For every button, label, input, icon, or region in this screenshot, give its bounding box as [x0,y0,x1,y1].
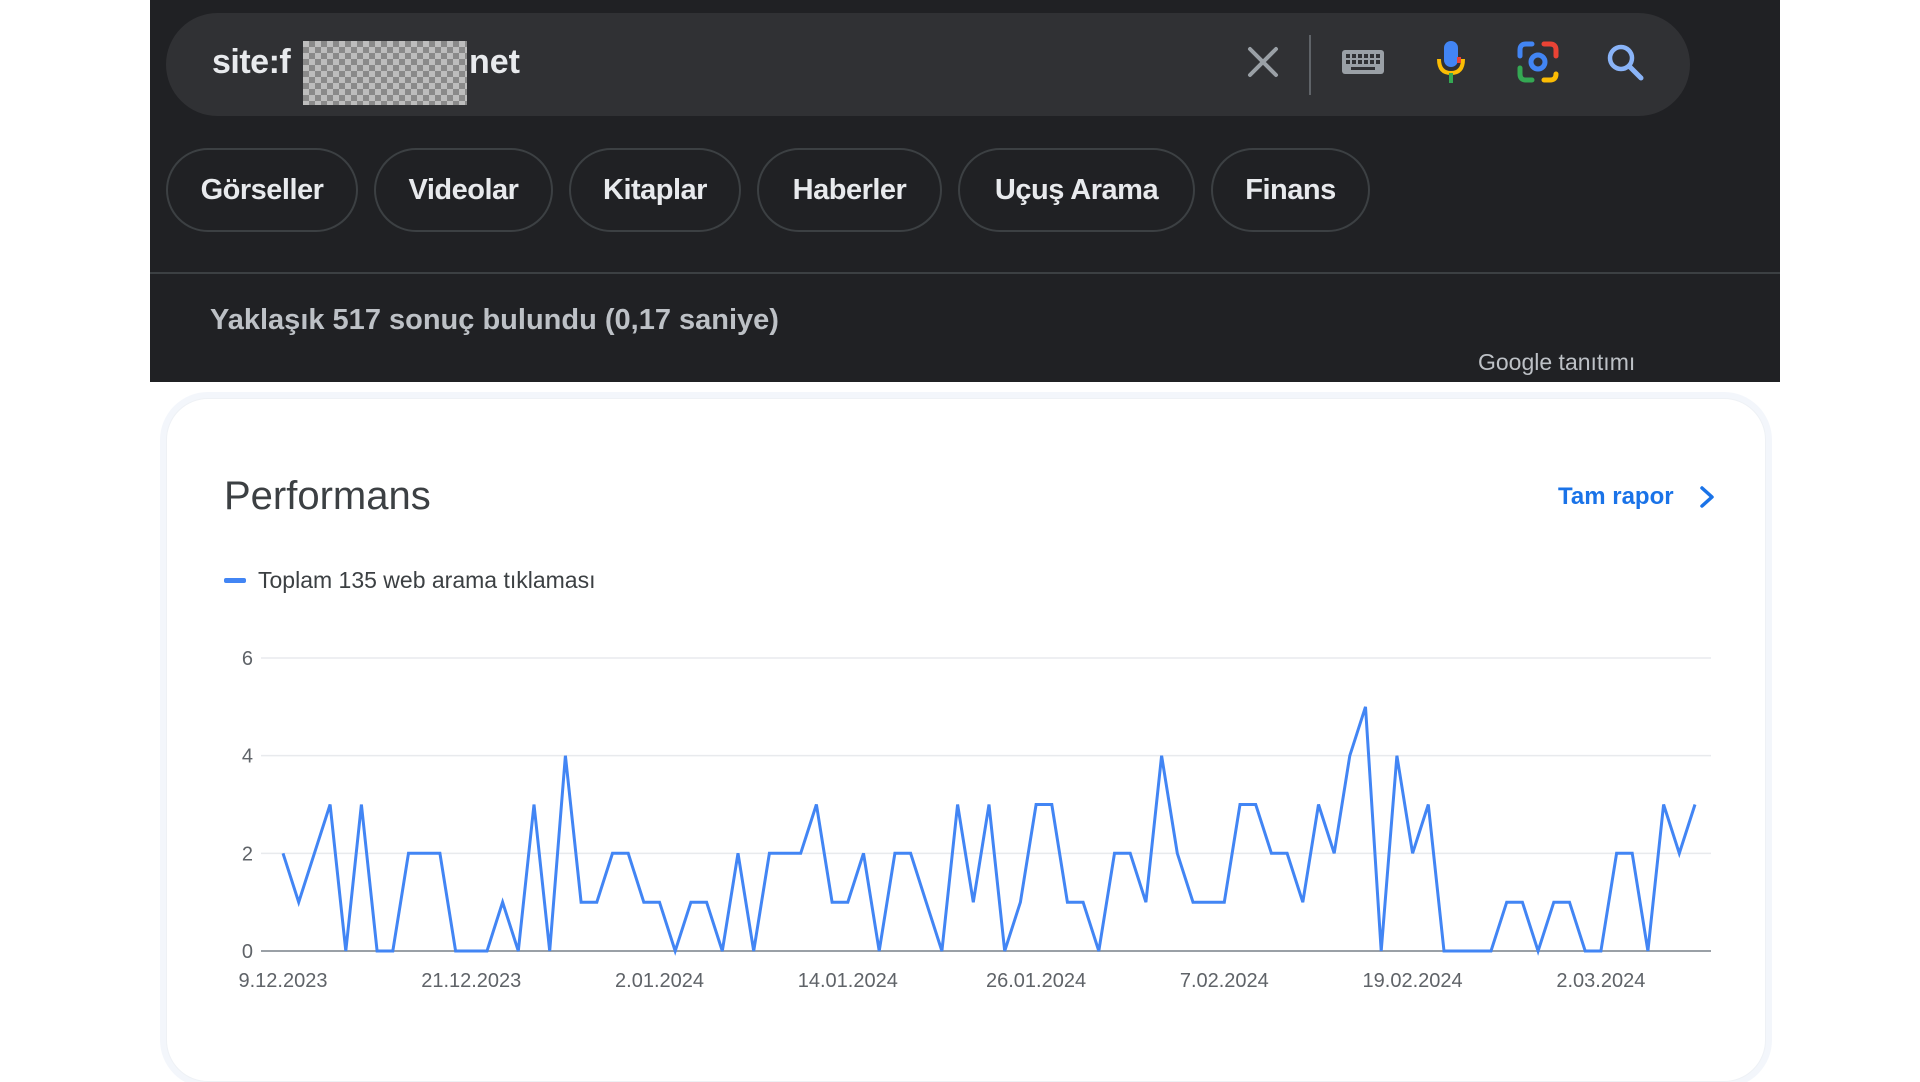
result-stats: Yaklaşık 517 sonuç bulundu (0,17 saniye) [210,304,779,336]
x-tick-label: 9.12.2023 [239,970,328,992]
search-query-prefix[interactable]: site:f [212,43,291,82]
search-icon[interactable] [1598,35,1652,89]
mic-icon[interactable] [1424,35,1478,89]
y-tick-label: 4 [242,746,253,768]
x-tick-label: 26.01.2024 [986,970,1086,992]
x-tick-label: 2.01.2024 [615,970,704,992]
y-tick-label: 2 [242,843,253,865]
y-tick-label: 0 [242,941,253,963]
y-tick-label: 6 [242,648,253,670]
redacted-query-block [303,41,467,105]
x-tick-label: 19.02.2024 [1363,970,1463,992]
x-tick-label: 21.12.2023 [421,970,521,992]
keyboard-icon[interactable] [1336,35,1390,89]
x-tick-label: 7.02.2024 [1180,970,1269,992]
search-query-suffix[interactable]: net [469,43,520,82]
chip-videos[interactable]: Videolar [374,148,553,232]
search-bar-divider [1309,35,1311,95]
panel-divider [150,272,1780,274]
ad-label: Google tanıtımı [1478,349,1636,375]
google-search-panel: site:f net Görseller Videolar Kitaplar H… [150,0,1780,382]
chip-news[interactable]: Haberler [757,148,942,232]
search-bar[interactable]: site:f net [166,13,1690,116]
clicks-line-chart: 0 2 4 6 9.12.2023 21.12.2023 2.01.2024 14.01.20… [239,648,1711,992]
performance-card: Performans Tam rapor Toplam 135 web aram… [166,398,1766,1082]
chip-finance[interactable]: Finans [1211,148,1370,232]
x-tick-label: 2.03.2024 [1556,970,1645,992]
chip-images[interactable]: Görseller [166,148,358,232]
lens-icon[interactable] [1511,35,1565,89]
chip-flights[interactable]: Uçuş Arama [958,148,1195,232]
series-line-clicks [281,706,1697,956]
x-tick-label: 14.01.2024 [798,970,898,992]
close-icon[interactable] [1236,35,1290,89]
chip-books[interactable]: Kitaplar [569,148,741,232]
